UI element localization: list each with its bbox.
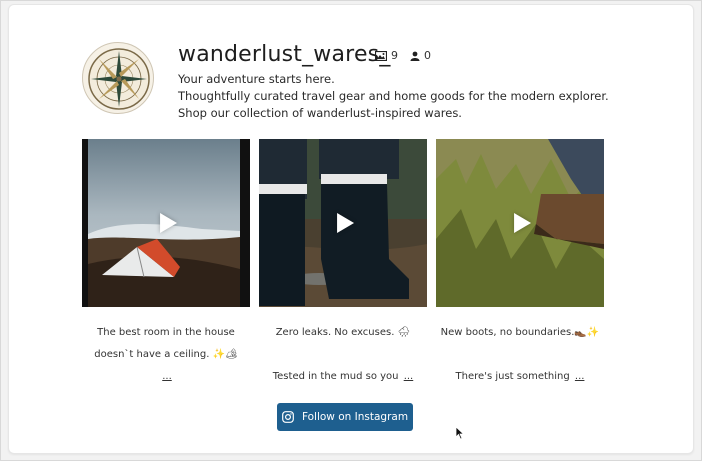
followers-count: 0 (424, 49, 431, 62)
caption-text: There's just something (455, 371, 570, 382)
read-more-link[interactable]: ... (162, 371, 172, 382)
caption-text: Tested in the mud so you (272, 371, 399, 382)
bio-line: Shop our collection of wanderlust-inspir… (178, 106, 462, 120)
post-video-tile[interactable] (436, 139, 604, 307)
profile-bio: Your adventure starts here. Thoughtfully… (178, 71, 609, 122)
profile-avatar[interactable] (82, 42, 154, 114)
post-video-tile[interactable] (259, 139, 427, 307)
play-icon (514, 213, 532, 233)
posts-count-stat: 9 (375, 49, 398, 62)
post-caption: New boots, no boundaries.👞✨ There's just… (436, 322, 604, 388)
bio-line: Thoughtfully curated travel gear and hom… (178, 89, 609, 103)
post-video-tile[interactable] (82, 139, 250, 307)
profile-username[interactable]: wanderlust_wares_ (178, 42, 391, 67)
caption-text: doesn`t have a ceiling. ✨🏕 (94, 349, 238, 360)
mouse-pointer-icon (455, 426, 465, 440)
follow-button-label: Follow on Instagram (301, 411, 409, 423)
posts-count: 9 (391, 49, 398, 62)
post-caption: The best room in the house doesn`t have … (82, 322, 250, 388)
read-more-link[interactable]: ... (404, 371, 414, 382)
read-more-link[interactable]: ... (575, 371, 585, 382)
instagram-icon (282, 411, 294, 423)
play-icon (160, 213, 178, 233)
caption-text: New boots, no boundaries.👞✨ (440, 327, 600, 338)
compass-logo-icon (88, 48, 150, 110)
image-icon (375, 50, 387, 61)
post-caption: Zero leaks. No excuses. 🌧 Tested in the … (259, 322, 427, 388)
caption-text: The best room in the house (97, 327, 235, 338)
caption-text: Zero leaks. No excuses. 🌧 (275, 327, 411, 338)
bio-line: Your adventure starts here. (178, 72, 335, 86)
play-icon (337, 213, 355, 233)
followers-count-stat: 0 (410, 49, 431, 62)
user-icon (410, 51, 420, 61)
follow-on-instagram-button[interactable]: Follow on Instagram (277, 403, 413, 431)
